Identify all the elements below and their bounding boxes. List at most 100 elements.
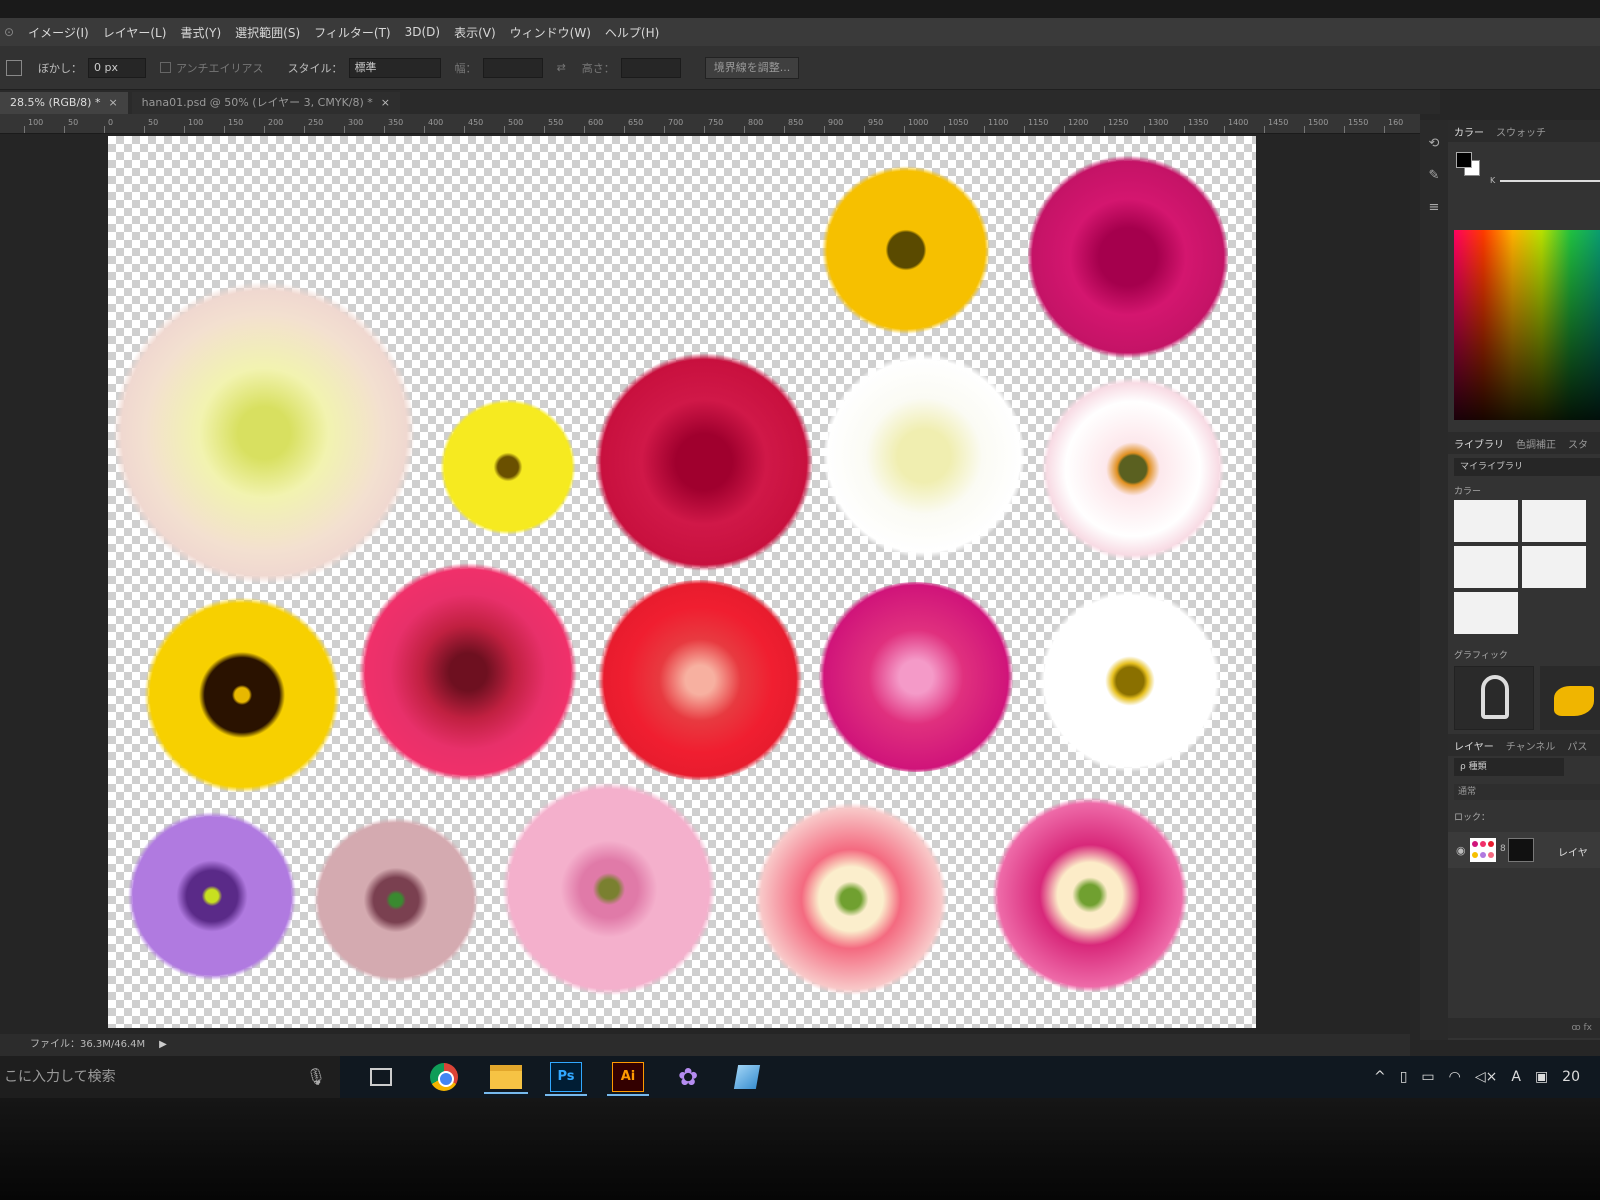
marquee-tool-icon[interactable] [6,59,22,76]
ruler-tick [744,126,745,133]
tab-color[interactable]: カラー [1454,124,1484,139]
library-color-swatch[interactable] [1522,500,1586,542]
feather-input[interactable]: 0 px [88,57,146,78]
library-color-swatch[interactable] [1454,500,1518,542]
tab-document-2[interactable]: hana01.psd @ 50% (レイヤー 3, CMYK/8) * × [131,92,400,114]
menu-image[interactable]: イメージ(I) [28,24,89,41]
battery-icon[interactable]: ▭ [1421,1069,1434,1085]
monitor-bezel-bottom [0,1098,1600,1200]
layer-name[interactable]: レイヤ [1558,844,1588,859]
wifi-icon[interactable]: ◠ [1449,1069,1461,1085]
tab-adjustments[interactable]: 色調補正 [1516,436,1556,451]
library-color-swatch[interactable] [1454,546,1518,588]
library-graphic-clip[interactable] [1454,666,1534,730]
ruler-tick [1304,126,1305,133]
color-spectrum[interactable] [1454,230,1600,420]
ruler-label: 650 [628,118,644,127]
clock[interactable]: 20 [1562,1069,1580,1085]
document-canvas[interactable] [108,136,1256,1028]
ruler-tick [104,126,105,133]
ruler-tick [984,126,985,133]
ime-indicator[interactable]: A [1511,1069,1521,1085]
library-color-swatch[interactable] [1454,592,1518,634]
tab-libraries[interactable]: ライブラリ [1454,436,1504,451]
foreground-color-swatch[interactable] [1456,152,1472,168]
tab-swatches[interactable]: スウォッチ [1496,124,1546,139]
ruler-tick [304,126,305,133]
layers-panel-tabs: レイヤー チャンネル パス [1448,734,1600,756]
antialias-checkbox[interactable] [160,62,171,73]
chrome-icon[interactable] [430,1063,458,1091]
menu-select[interactable]: 選択範囲(S) [235,24,300,41]
document-tabs: 28.5% (RGB/8) * × hana01.psd @ 50% (レイヤー … [0,90,1440,114]
tab-layers[interactable]: レイヤー [1454,738,1494,753]
flower-purple-viola [122,806,302,986]
ruler-label: 600 [588,118,604,127]
menu-type[interactable]: 書式(Y) [180,24,221,41]
history-icon[interactable]: ⟲ [1426,136,1442,152]
file-explorer-icon[interactable] [484,1065,528,1094]
layer-row[interactable]: ◉ 8 レイヤ [1448,832,1600,868]
brush-icon[interactable]: ✎ [1426,168,1442,184]
menu-help[interactable]: ヘルプ(H) [605,24,659,41]
swap-icon[interactable]: ⇄ [557,61,566,74]
refine-edge-button[interactable]: 境界線を調整... [704,56,800,79]
ruler-tick [904,126,905,133]
tab-styles[interactable]: スタ [1568,436,1588,451]
ruler-label: 1050 [948,118,969,127]
colors-section-label: カラー [1454,487,1482,497]
ruler-tick [504,126,505,133]
width-input[interactable] [482,57,543,78]
blend-mode-select[interactable]: 通常 [1454,784,1600,800]
tab-document-1[interactable]: 28.5% (RGB/8) * × [0,92,128,114]
menu-3d[interactable]: 3D(D) [405,25,440,39]
layer-mask-thumbnail[interactable] [1508,838,1534,862]
menu-filter[interactable]: フィルター(T) [314,24,390,41]
ruler-label: 1550 [1348,118,1369,127]
volume-icon[interactable]: ◁× [1475,1069,1498,1085]
menu-layer[interactable]: レイヤー(L) [103,24,167,41]
flower-app-icon[interactable]: ✿ [672,1062,704,1092]
ruler-label: 1300 [1148,118,1169,127]
height-input[interactable] [620,57,681,78]
usb-icon[interactable]: ▯ [1400,1069,1408,1085]
k-channel-slider[interactable] [1500,180,1600,182]
microphone-icon[interactable]: 🎙 [306,1056,326,1098]
library-graphic-shape[interactable] [1540,666,1600,730]
visibility-eye-icon[interactable]: ◉ [1456,844,1466,857]
flower-white-dahlia [114,278,414,588]
style-select[interactable]: 標準 [348,57,441,78]
tab-channels[interactable]: チャンネル [1506,738,1556,753]
ruler-tick [344,126,345,133]
library-color-swatch[interactable] [1522,546,1586,588]
ruler-tick [1344,126,1345,133]
notes-app-icon[interactable] [733,1065,761,1089]
layer-kind-filter[interactable]: ρ 種類 [1454,758,1564,776]
menu-window[interactable]: ウィンドウ(W) [510,24,591,41]
ruler-tick [224,126,225,133]
illustrator-icon[interactable]: Ai [607,1062,649,1096]
photoshop-icon[interactable]: Ps [545,1062,587,1096]
link-icon[interactable]: 8 [1500,844,1506,854]
menu-view[interactable]: 表示(V) [454,24,496,41]
options-bar: ぼかし： 0 px アンチエイリアス スタイル： 標準 幅： ⇄ 高さ： 境界線… [0,46,1600,90]
action-center-icon[interactable]: ▣ [1535,1069,1548,1085]
library-select[interactable]: マイライブラリ [1454,458,1600,476]
task-view-icon[interactable] [370,1068,392,1086]
flower-yellow-small [438,392,578,542]
close-icon[interactable]: × [381,96,390,109]
status-menu-arrow[interactable]: ▶ [159,1039,167,1050]
ruler-tick [424,126,425,133]
taskbar-search-box[interactable]: こに入力して検索 🎙 [0,1056,340,1098]
tab-label: hana01.psd @ 50% (レイヤー 3, CMYK/8) * [141,96,373,109]
ruler-label: 900 [828,118,844,127]
chevron-up-icon[interactable]: ^ [1374,1069,1386,1085]
tab-paths[interactable]: パス [1567,738,1587,753]
close-icon[interactable]: × [108,96,117,109]
ruler-label: 1350 [1188,118,1209,127]
ruler-label: 50 [68,118,79,127]
layers-panel-footer[interactable]: ꝏ fx [1448,1018,1600,1038]
ruler-label: 800 [748,118,764,127]
ruler-tick [1104,126,1105,133]
adjustments-icon[interactable]: ≡ [1426,200,1442,216]
